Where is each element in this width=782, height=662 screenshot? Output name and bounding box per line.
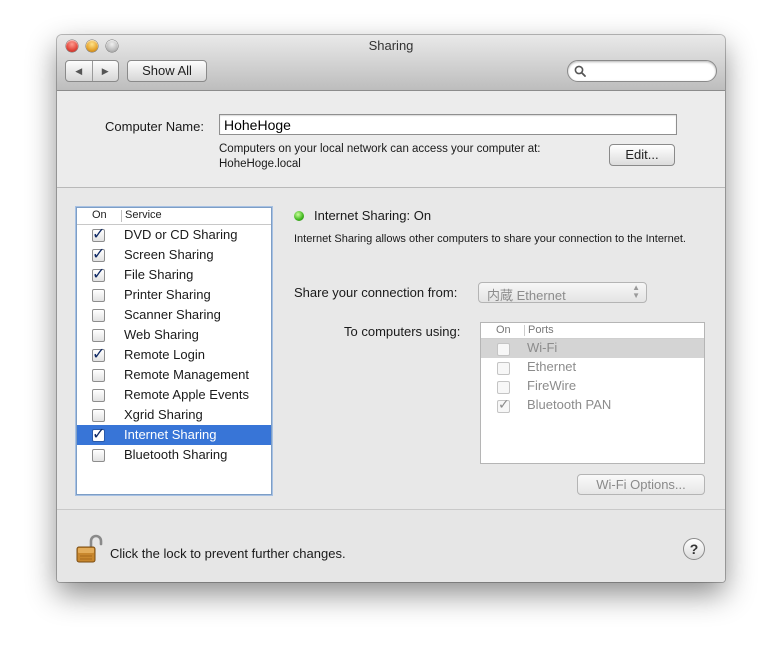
title-bar: Sharing ◀ ▶ Show All — [57, 35, 725, 91]
port-label: Ethernet — [527, 359, 577, 374]
ports-header-ports: Ports — [528, 324, 554, 336]
port-checkbox[interactable] — [497, 362, 510, 375]
service-checkbox[interactable] — [92, 369, 105, 382]
ports-list-header: On Ports — [481, 323, 704, 339]
port-row[interactable]: Bluetooth PAN — [481, 396, 704, 415]
local-hostname: HoheHoge.local — [219, 158, 301, 170]
service-row[interactable]: Internet Sharing — [77, 424, 271, 445]
service-checkbox[interactable] — [92, 329, 105, 342]
service-label: DVD or CD Sharing — [124, 227, 238, 242]
service-label: Remote Apple Events — [124, 387, 250, 402]
share-from-popup[interactable]: 内蔵 Ethernet ▲ ▼ — [478, 282, 647, 303]
port-checkbox[interactable] — [497, 381, 510, 394]
service-row[interactable]: Scanner Sharing — [77, 305, 271, 325]
updown-arrows-icon: ▲ ▼ — [632, 283, 640, 300]
service-label: Remote Login — [124, 347, 205, 362]
back-arrow-icon[interactable]: ◀ — [66, 61, 92, 81]
computer-name-input[interactable] — [219, 114, 677, 135]
service-label: Remote Management — [124, 367, 250, 382]
port-label: FireWire — [527, 378, 577, 393]
sharing-window: Sharing ◀ ▶ Show All Computer Name: Comp… — [57, 35, 725, 582]
header-divider — [121, 210, 122, 222]
port-row[interactable]: FireWire — [481, 377, 704, 396]
unlocked-lock-icon[interactable] — [76, 534, 104, 564]
computer-name-section: Computer Name: Computers on your local n… — [57, 91, 725, 188]
port-row[interactable]: Wi-Fi — [481, 339, 704, 358]
service-row[interactable]: Remote Login — [77, 344, 271, 365]
footer-bar: Click the lock to prevent further change… — [57, 509, 725, 582]
port-row[interactable]: Ethernet — [481, 358, 704, 377]
service-label: Xgrid Sharing — [124, 407, 203, 422]
ports-header-divider — [524, 325, 525, 336]
service-row[interactable]: Screen Sharing — [77, 244, 271, 265]
service-checkbox[interactable] — [92, 309, 105, 322]
service-checkbox[interactable] — [92, 389, 105, 402]
service-label: Scanner Sharing — [124, 307, 221, 322]
port-checkbox[interactable] — [497, 396, 510, 413]
service-checkbox[interactable] — [92, 244, 105, 264]
service-checkbox[interactable] — [92, 409, 105, 422]
share-from-label: Share your connection from: — [294, 285, 458, 300]
service-row[interactable]: Printer Sharing — [77, 285, 271, 305]
forward-arrow-icon[interactable]: ▶ — [91, 61, 119, 81]
service-row[interactable]: Web Sharing — [77, 325, 271, 345]
service-label: Internet Sharing — [124, 427, 217, 442]
search-field[interactable] — [567, 60, 717, 82]
port-checkbox[interactable] — [497, 343, 510, 356]
show-all-button[interactable]: Show All — [127, 60, 207, 82]
service-checkbox[interactable] — [92, 344, 105, 364]
service-row[interactable]: Remote Management — [77, 365, 271, 385]
lock-message: Click the lock to prevent further change… — [110, 546, 346, 561]
window-title: Sharing — [368, 38, 414, 53]
service-label: Web Sharing — [124, 327, 199, 342]
service-label: Printer Sharing — [124, 287, 211, 302]
help-button[interactable]: ? — [683, 538, 705, 560]
service-checkbox[interactable] — [92, 224, 105, 244]
sharing-status: Internet Sharing: On — [314, 208, 432, 223]
port-label: Wi-Fi — [527, 340, 558, 355]
service-checkbox[interactable] — [92, 289, 105, 302]
service-row[interactable]: Remote Apple Events — [77, 385, 271, 405]
service-row[interactable]: Xgrid Sharing — [77, 405, 271, 425]
computer-name-label: Computer Name: — [105, 119, 204, 134]
service-row[interactable]: Bluetooth Sharing — [77, 445, 271, 465]
back-forward-control: ◀ ▶ — [65, 60, 119, 82]
network-note-line: Computers on your local network can acce… — [219, 143, 541, 155]
service-row[interactable]: DVD or CD Sharing — [77, 224, 271, 245]
service-list: On Service DVD or CD Sharing Screen Shari… — [76, 207, 272, 495]
wifi-options-button[interactable]: Wi-Fi Options... — [577, 474, 705, 495]
search-icon — [574, 65, 586, 77]
service-description: Internet Sharing allows other computers … — [294, 233, 686, 245]
service-checkbox[interactable] — [92, 264, 105, 284]
edit-button[interactable]: Edit... — [609, 144, 675, 166]
service-label: File Sharing — [124, 267, 194, 282]
ports-list: On Ports Wi-Fi Ethernet FireWire Bluetooth … — [480, 322, 705, 464]
service-checkbox[interactable] — [92, 424, 105, 444]
service-label: Bluetooth Sharing — [124, 447, 228, 462]
to-computers-label: To computers using: — [344, 324, 461, 339]
ports-header-on: On — [496, 324, 511, 336]
status-indicator-icon — [294, 211, 304, 221]
share-from-value: 内蔵 Ethernet — [487, 288, 566, 303]
header-service[interactable]: Service — [125, 209, 162, 221]
service-checkbox[interactable] — [92, 449, 105, 462]
computer-name-note: Computers on your local network can acce… — [219, 142, 541, 172]
service-label: Screen Sharing — [124, 247, 214, 262]
port-label: Bluetooth PAN — [527, 397, 612, 412]
service-row[interactable]: File Sharing — [77, 264, 271, 285]
search-input[interactable] — [590, 63, 708, 78]
service-list-header: On Service — [77, 208, 271, 225]
header-on[interactable]: On — [92, 209, 107, 221]
